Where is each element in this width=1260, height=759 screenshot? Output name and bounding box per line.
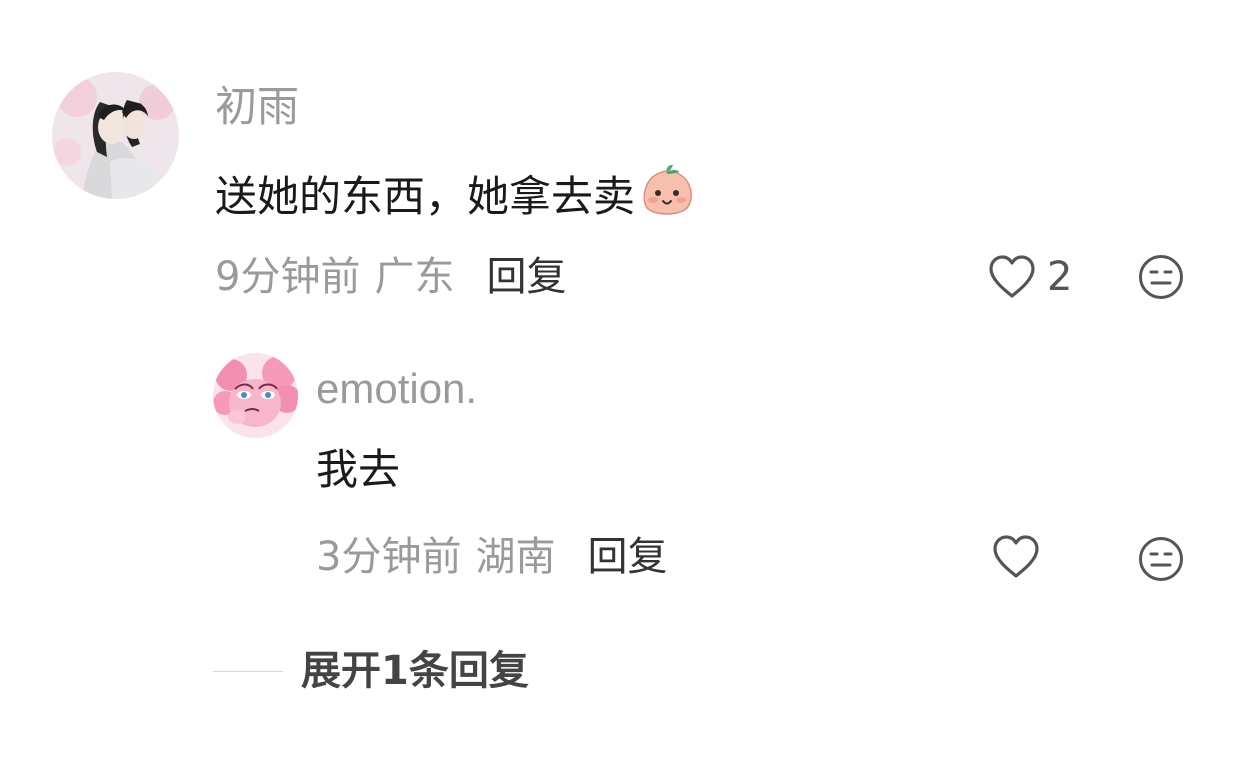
comment-text: 我去 [316, 441, 400, 499]
blush-face-emoji [639, 160, 695, 233]
like-button[interactable]: 2 [987, 252, 1072, 302]
comment-meta: 9分钟前 广东 回复 [215, 250, 566, 304]
comment-body: 我去 [316, 445, 401, 494]
reply-button[interactable]: 回复 [587, 530, 667, 584]
divider-line [213, 670, 283, 672]
reply-button[interactable]: 回复 [486, 250, 566, 304]
avatar-illustration [213, 353, 298, 438]
comment-location: 湖南 [475, 534, 556, 580]
avatar-illustration [52, 72, 179, 199]
comment-text: 送她的东西，她拿去卖 [215, 160, 695, 233]
comment-time: 3分钟前 [316, 534, 462, 580]
comment-meta: 3分钟前 湖南 回复 [316, 530, 667, 584]
heart-outline-icon [989, 255, 1035, 298]
comment-username[interactable]: emotion. [316, 362, 477, 416]
dislike-button[interactable] [1137, 253, 1185, 301]
expand-replies-label: 展开1条回复 [301, 648, 529, 694]
avatar[interactable] [52, 72, 179, 199]
like-count: 2 [1047, 254, 1073, 300]
dislike-button[interactable] [1137, 535, 1185, 583]
heart-outline-icon [993, 535, 1039, 578]
meh-face-icon [1139, 537, 1183, 581]
meh-face-icon [1139, 255, 1183, 299]
comment-body: 送她的东西，她拿去卖 [215, 171, 636, 221]
comment-username[interactable]: 初雨 [215, 80, 299, 134]
comment-time: 9分钟前 [215, 254, 361, 300]
expand-replies-button[interactable]: 展开1条回复 [213, 644, 529, 698]
like-button[interactable] [991, 534, 1041, 580]
comment-location: 广东 [374, 254, 455, 300]
avatar[interactable] [213, 353, 298, 438]
